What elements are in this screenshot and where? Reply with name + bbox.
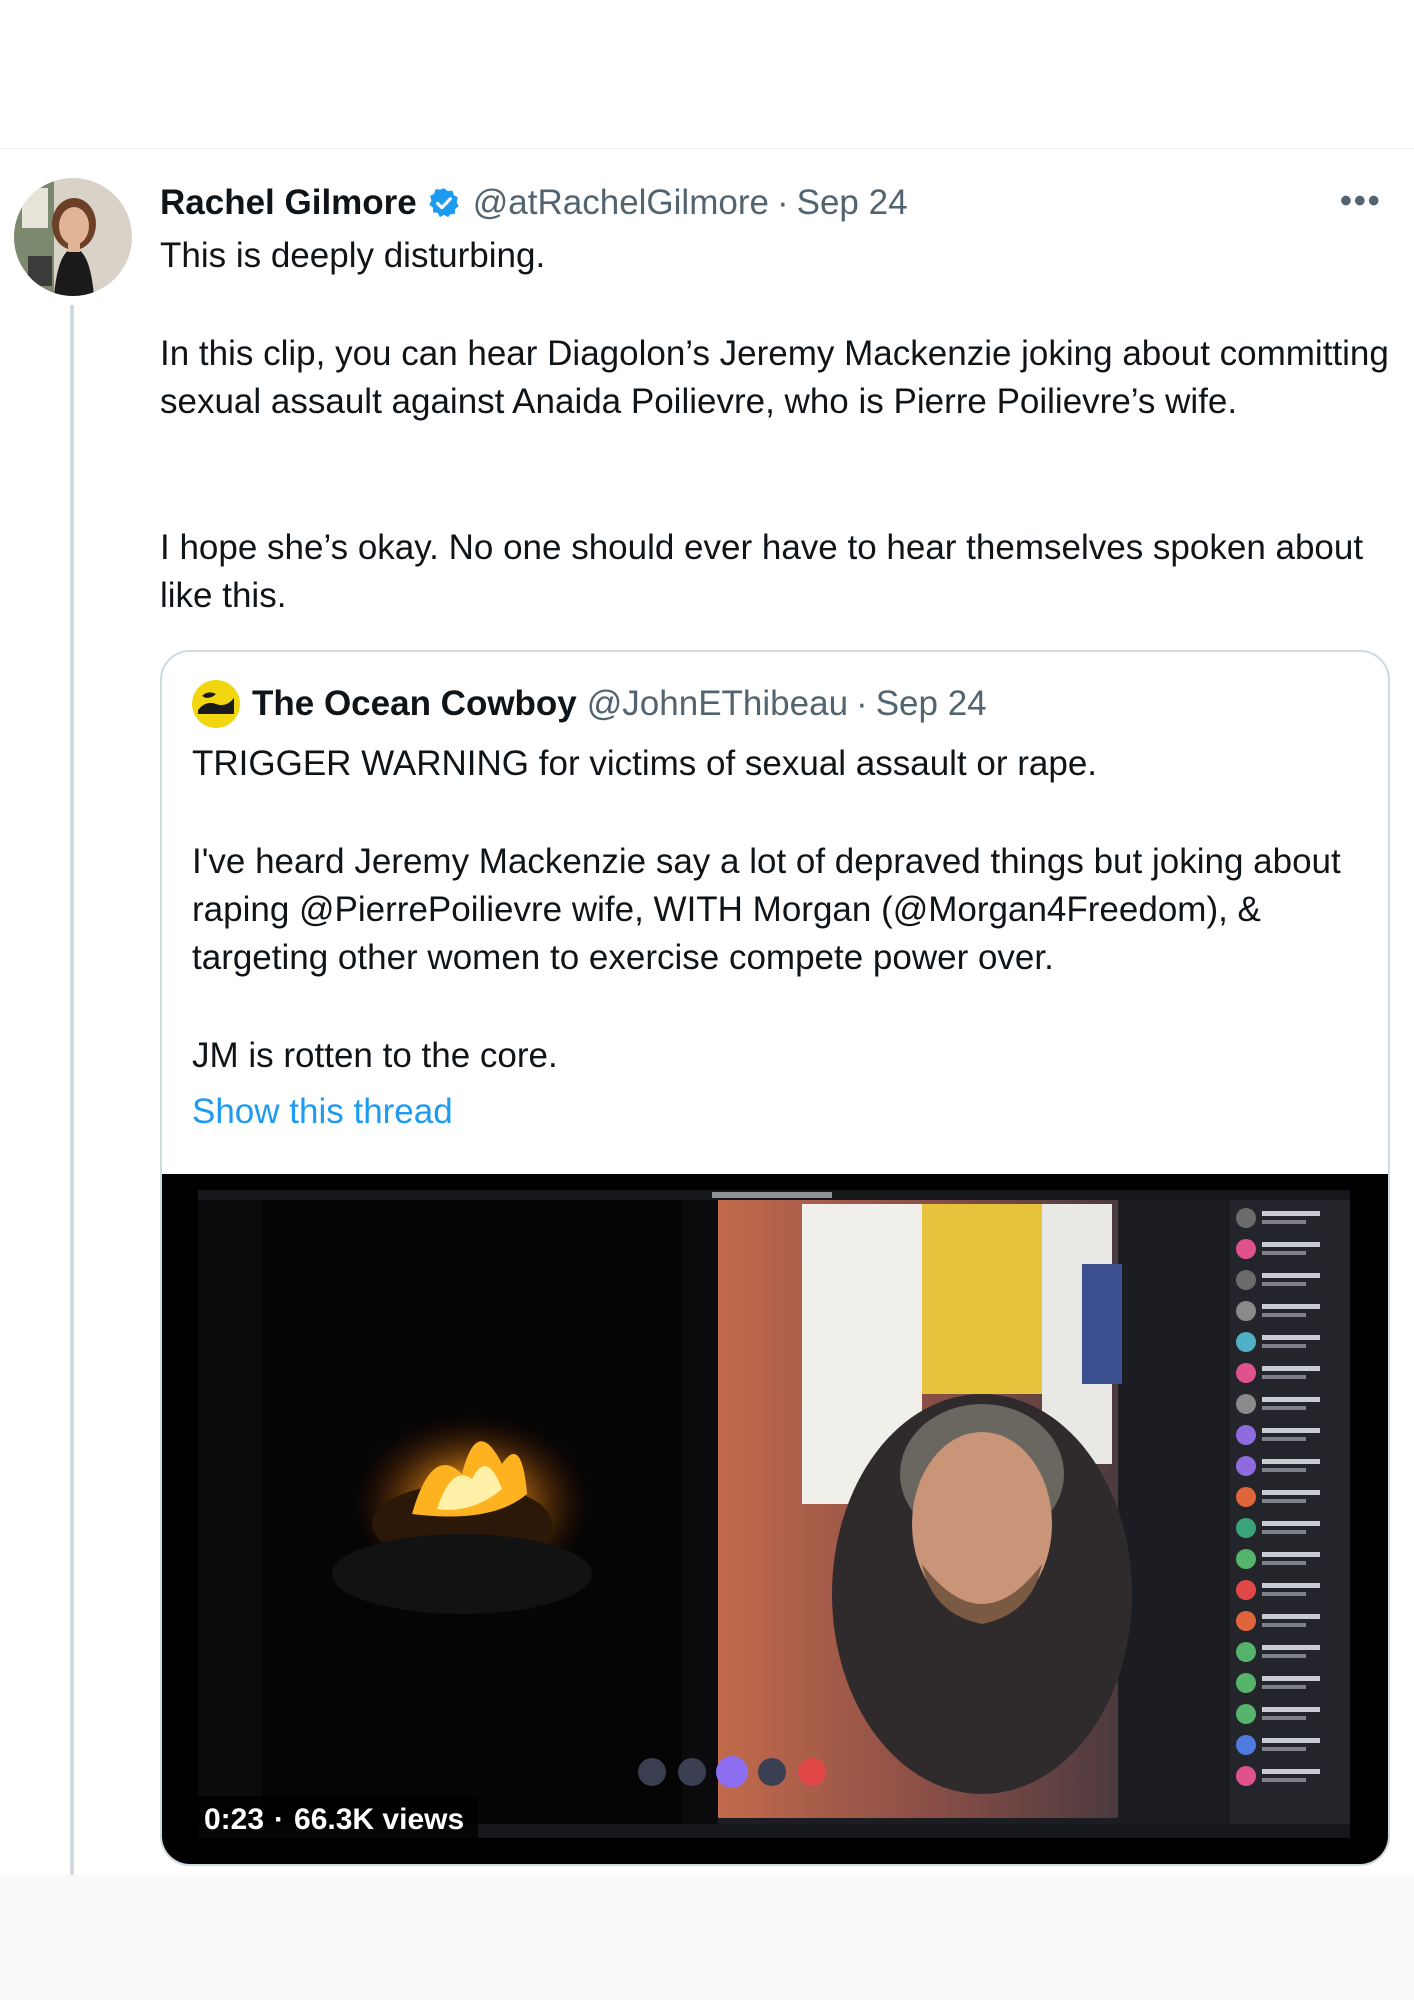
author-avatar[interactable] (14, 178, 132, 296)
quoted-author-avatar[interactable] (192, 680, 240, 728)
tweet-text-paragraph-2: In this clip, you can hear Diagolon’s Je… (160, 334, 1389, 421)
header-separator: · (776, 183, 789, 222)
quoted-tweet-date[interactable]: Sep 24 (876, 684, 987, 724)
quoted-text-paragraph-2: I've heard Jeremy Mackenzie say a lot of… (192, 842, 1341, 977)
quoted-author-name[interactable]: The Ocean Cowboy (252, 684, 577, 724)
tweet-text-paragraph-1: This is deeply disturbing. (160, 236, 546, 275)
video-duration: 0:23 (204, 1803, 265, 1836)
tweet-date[interactable]: Sep 24 (797, 183, 908, 223)
author-name[interactable]: Rachel Gilmore (160, 183, 417, 223)
video-player[interactable]: 0:23 · 66.3K views (162, 1174, 1388, 1864)
quoted-header-separator: · (856, 684, 868, 723)
quoted-author-handle[interactable]: @JohnEThibeau (587, 684, 848, 724)
video-info-separator: · (274, 1803, 285, 1836)
video-views: 66.3K views (294, 1803, 465, 1836)
tweet-text-paragraph-3: I hope she’s okay. No one should ever ha… (160, 528, 1364, 615)
video-info-badge: 0:23 · 66.3K views (190, 1796, 479, 1844)
verified-badge-icon (427, 186, 461, 220)
quoted-tweet-card[interactable]: The Ocean Cowboy @JohnEThibeau · Sep 24 … (160, 650, 1390, 1866)
quoted-text-paragraph-3: JM is rotten to the core. (192, 1036, 558, 1075)
show-thread-link[interactable]: Show this thread (192, 1092, 453, 1132)
quoted-text-paragraph-1: TRIGGER WARNING for victims of sexual as… (192, 744, 1098, 783)
quoted-tweet-header: The Ocean Cowboy @JohnEThibeau · Sep 24 (192, 680, 987, 728)
thread-connector-line (70, 305, 74, 1875)
more-options-icon[interactable]: ••• (1340, 182, 1382, 221)
top-divider (0, 148, 1414, 149)
author-handle[interactable]: @atRachelGilmore (473, 183, 769, 223)
tweet-header: Rachel Gilmore @atRachelGilmore · Sep 24 (160, 180, 908, 226)
bottom-band (0, 1875, 1414, 2000)
